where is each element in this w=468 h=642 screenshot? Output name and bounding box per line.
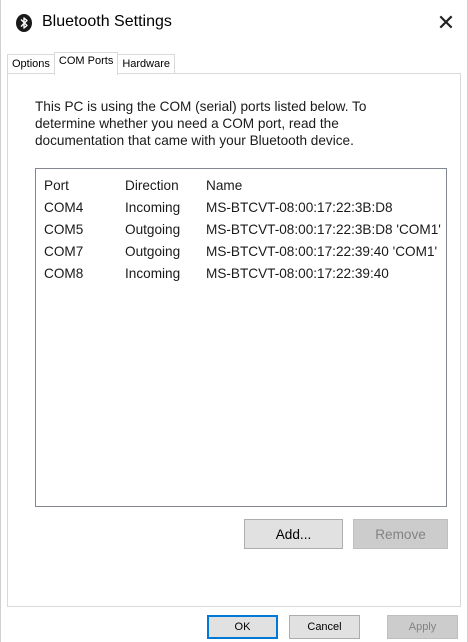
description-line: documentation that came with your Blueto… <box>35 133 354 148</box>
name-cell: MS-BTCVT-08:00:17:22:3B:D8 'COM1' <box>206 222 441 237</box>
list-item[interactable]: COM7 Outgoing MS-BTCVT-08:00:17:22:39:40… <box>36 242 446 262</box>
com-ports-panel: This PC is using the COM (serial) ports … <box>7 73 461 607</box>
name-cell: MS-BTCVT-08:00:17:22:39:40 <box>206 266 389 281</box>
list-item[interactable]: COM5 Outgoing MS-BTCVT-08:00:17:22:3B:D8… <box>36 220 446 240</box>
list-item[interactable]: COM8 Incoming MS-BTCVT-08:00:17:22:39:40 <box>36 264 446 284</box>
ok-button[interactable]: OK <box>207 615 278 639</box>
name-cell: MS-BTCVT-08:00:17:22:3B:D8 <box>206 200 393 215</box>
direction-cell: Outgoing <box>125 244 181 259</box>
description-line: determine whether you need a COM port, r… <box>35 116 339 131</box>
port-cell: COM8 <box>44 266 84 281</box>
direction-cell: Incoming <box>125 266 181 281</box>
close-button[interactable]: ✕ <box>429 6 463 40</box>
column-header-port[interactable]: Port <box>44 178 69 193</box>
tab-strip: Options COM Ports Hardware <box>7 52 176 75</box>
column-header-name[interactable]: Name <box>206 178 242 193</box>
description-line: This PC is using the COM (serial) ports … <box>35 99 367 114</box>
title-bar[interactable]: Bluetooth Settings ✕ <box>1 0 467 46</box>
remove-button[interactable]: Remove <box>353 519 448 549</box>
port-cell: COM5 <box>44 222 84 237</box>
port-cell: COM4 <box>44 200 84 215</box>
bluetooth-settings-window: Bluetooth Settings ✕ Options COM Ports H… <box>0 0 468 642</box>
description-text: This PC is using the COM (serial) ports … <box>35 98 415 149</box>
tab-options[interactable]: Options <box>7 54 55 74</box>
port-cell: COM7 <box>44 244 84 259</box>
cancel-button[interactable]: Cancel <box>289 615 360 639</box>
list-header: Port Direction Name <box>36 176 446 196</box>
name-cell: MS-BTCVT-08:00:17:22:39:40 'COM1' <box>206 244 438 259</box>
tab-com-ports[interactable]: COM Ports <box>53 52 119 75</box>
column-header-direction[interactable]: Direction <box>125 178 179 193</box>
window-title: Bluetooth Settings <box>42 13 172 30</box>
direction-cell: Incoming <box>125 200 181 215</box>
tab-hardware[interactable]: Hardware <box>117 54 176 74</box>
bluetooth-icon <box>16 14 32 32</box>
close-icon: ✕ <box>436 10 456 35</box>
direction-cell: Outgoing <box>125 222 181 237</box>
add-button[interactable]: Add... <box>244 519 343 549</box>
apply-button[interactable]: Apply <box>387 615 458 639</box>
com-ports-list[interactable]: Port Direction Name COM4 Incoming MS-BTC… <box>35 168 447 507</box>
list-item[interactable]: COM4 Incoming MS-BTCVT-08:00:17:22:3B:D8 <box>36 198 446 218</box>
